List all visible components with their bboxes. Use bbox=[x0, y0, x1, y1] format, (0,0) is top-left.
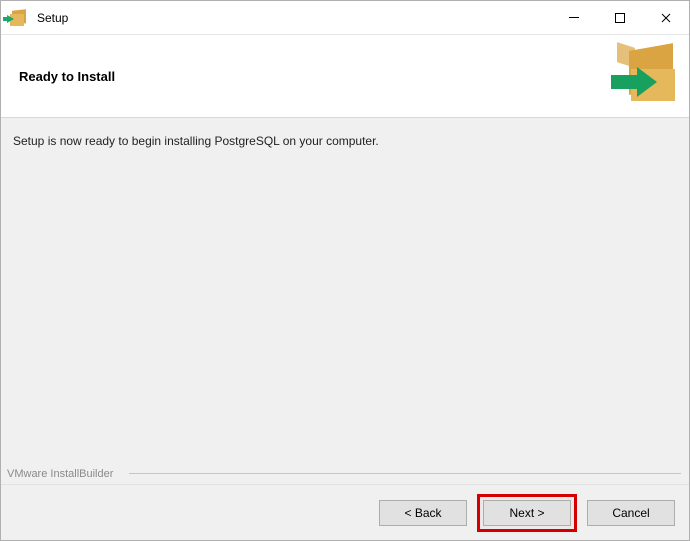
window-title: Setup bbox=[37, 11, 68, 25]
next-button-highlight: Next > bbox=[477, 494, 577, 532]
back-button-wrap: < Back bbox=[379, 500, 467, 526]
divider bbox=[129, 473, 681, 474]
wizard-footer: < Back Next > Cancel bbox=[1, 484, 689, 540]
ready-message: Setup is now ready to begin installing P… bbox=[13, 134, 677, 148]
cancel-button-wrap: Cancel bbox=[587, 500, 675, 526]
back-button[interactable]: < Back bbox=[379, 500, 467, 526]
cancel-button[interactable]: Cancel bbox=[587, 500, 675, 526]
builder-credit: VMware InstallBuilder bbox=[7, 468, 113, 480]
minimize-button[interactable] bbox=[551, 1, 597, 35]
titlebar: Setup bbox=[1, 1, 689, 35]
page-title: Ready to Install bbox=[19, 69, 115, 84]
installer-box-large-icon bbox=[613, 47, 675, 105]
wizard-body: Setup is now ready to begin installing P… bbox=[1, 117, 689, 484]
next-button[interactable]: Next > bbox=[483, 500, 571, 526]
close-button[interactable] bbox=[643, 1, 689, 35]
installer-box-icon bbox=[9, 8, 29, 28]
wizard-header: Ready to Install bbox=[1, 35, 689, 117]
maximize-button[interactable] bbox=[597, 1, 643, 35]
